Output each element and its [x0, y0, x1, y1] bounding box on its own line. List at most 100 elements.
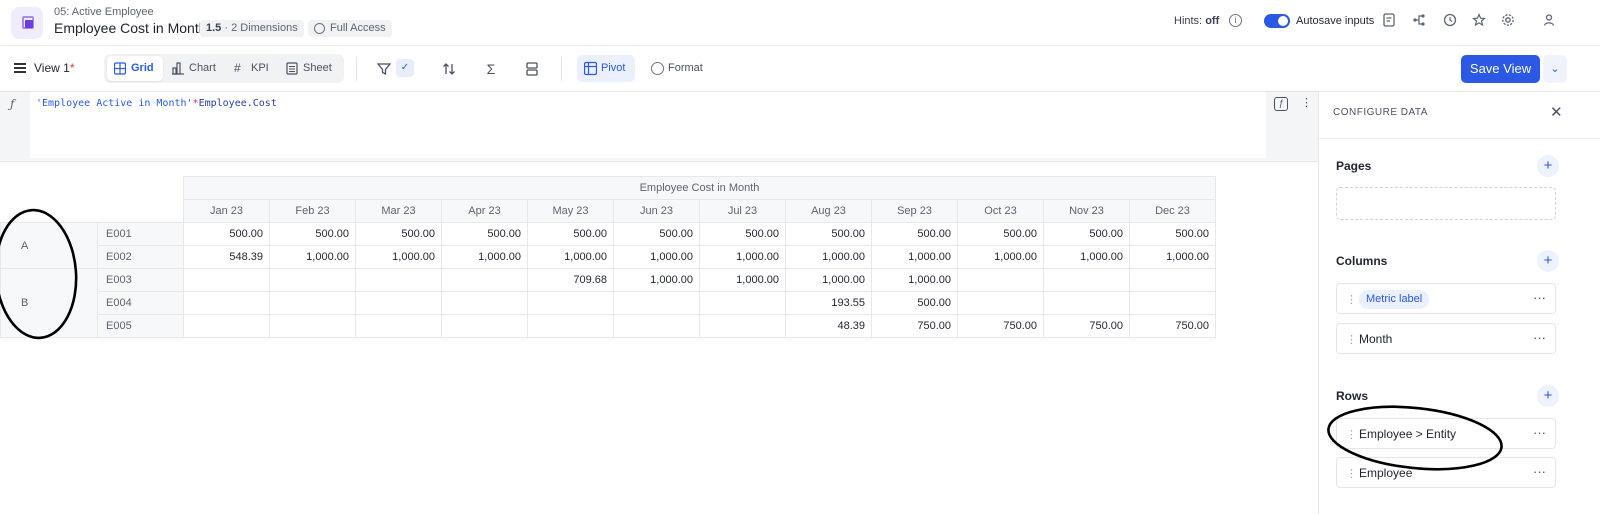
grid-cell[interactable]: 500.00 — [871, 291, 958, 315]
page-title[interactable]: Employee Cost in Month — [54, 20, 207, 36]
grid-cell[interactable]: 1,000.00 — [699, 268, 786, 292]
sort-icon[interactable] — [440, 60, 458, 78]
row-item-employee[interactable]: ⋮⋮ Employee ··· — [1336, 457, 1556, 488]
grid-cell[interactable]: 750.00 — [1129, 314, 1216, 338]
grid-cell[interactable]: 750.00 — [957, 314, 1044, 338]
grid-cell[interactable]: 548.39 — [183, 245, 270, 269]
sum-icon[interactable]: Σ — [482, 60, 500, 78]
grid-cell[interactable]: 500.00 — [441, 222, 528, 246]
grid-cell[interactable] — [355, 314, 442, 338]
notes-icon[interactable] — [1381, 13, 1397, 29]
menu-icon[interactable] — [14, 63, 26, 73]
grid-cell[interactable] — [441, 268, 528, 292]
employee-row-header[interactable]: E004 — [97, 291, 184, 315]
grid-cell[interactable]: 500.00 — [527, 222, 614, 246]
month-header[interactable]: Jul 23 — [699, 199, 786, 223]
function-picker-icon[interactable]: ƒ — [1274, 97, 1288, 111]
entity-row-header[interactable]: A — [0, 222, 98, 269]
grid-cell[interactable] — [1129, 291, 1216, 315]
month-header[interactable]: Dec 23 — [1129, 199, 1216, 223]
grid-cell[interactable] — [183, 291, 270, 315]
tab-chart[interactable]: Chart — [165, 56, 225, 81]
info-icon[interactable]: i — [1229, 14, 1242, 27]
more-options-icon[interactable]: ··· — [1533, 464, 1546, 479]
autosave-toggle[interactable] — [1264, 14, 1290, 28]
grid-cell[interactable]: 750.00 — [1043, 314, 1130, 338]
add-column-plus-icon[interactable]: + — [1537, 250, 1559, 272]
add-page-plus-icon[interactable]: + — [1537, 155, 1559, 177]
grid-cell[interactable] — [613, 291, 700, 315]
filter-checkmark-icon[interactable]: ✓ — [396, 59, 414, 77]
grid-cell[interactable]: 1,000.00 — [269, 245, 356, 269]
access-badge[interactable]: Full Access — [308, 20, 392, 37]
pages-drop-zone[interactable] — [1336, 187, 1556, 220]
month-header[interactable]: Mar 23 — [355, 199, 442, 223]
month-header[interactable]: Jun 23 — [613, 199, 700, 223]
grid-cell[interactable] — [527, 314, 614, 338]
grid-cell[interactable]: 1,000.00 — [1129, 245, 1216, 269]
grid-cell[interactable] — [183, 268, 270, 292]
grid-cell[interactable]: 1,000.00 — [957, 245, 1044, 269]
grid-cell[interactable] — [1043, 268, 1130, 292]
grid-cell[interactable]: 500.00 — [183, 222, 270, 246]
grid-cell[interactable]: 500.00 — [1129, 222, 1216, 246]
history-icon[interactable] — [1442, 13, 1458, 29]
tab-grid[interactable]: Grid — [107, 56, 163, 81]
grid-cell[interactable] — [441, 291, 528, 315]
user-access-icon[interactable] — [1542, 13, 1558, 29]
formula-editor[interactable]: 'Employee Active in Month'*Employee.Cost — [30, 92, 1266, 158]
rows-layout-icon[interactable] — [523, 60, 541, 78]
grid-cell[interactable] — [269, 314, 356, 338]
more-options-icon[interactable]: ··· — [1533, 330, 1546, 345]
metric-header[interactable]: Employee Cost in Month — [183, 176, 1216, 200]
view-selector[interactable]: View 1* — [34, 61, 74, 75]
month-header[interactable]: Oct 23 — [957, 199, 1044, 223]
grid-cell[interactable]: 1,000.00 — [613, 268, 700, 292]
more-options-icon[interactable]: ··· — [1533, 425, 1546, 440]
more-options-icon[interactable]: ··· — [1533, 290, 1546, 305]
grid-cell[interactable] — [1129, 268, 1216, 292]
column-item-month[interactable]: ⋮⋮ Month ··· — [1336, 323, 1556, 354]
month-header[interactable]: Jan 23 — [183, 199, 270, 223]
grid-cell[interactable]: 500.00 — [1043, 222, 1130, 246]
grid-cell[interactable]: 1,000.00 — [613, 245, 700, 269]
grid-cell[interactable] — [957, 291, 1044, 315]
tab-kpi[interactable]: # KPI — [227, 56, 277, 81]
grid-cell[interactable] — [699, 291, 786, 315]
grid-cell[interactable]: 1,000.00 — [527, 245, 614, 269]
employee-row-header[interactable]: E002 — [97, 245, 184, 269]
breadcrumb[interactable]: 05: Active Employee — [54, 6, 154, 18]
grid-cell[interactable]: 1,000.00 — [441, 245, 528, 269]
close-icon[interactable]: ✕ — [1550, 103, 1563, 121]
employee-row-header[interactable]: E001 — [97, 222, 184, 246]
grid-cell[interactable] — [441, 314, 528, 338]
grid-cell[interactable] — [613, 314, 700, 338]
grid-cell[interactable] — [355, 291, 442, 315]
month-header[interactable]: Aug 23 — [785, 199, 872, 223]
employee-row-header[interactable]: E005 — [97, 314, 184, 338]
grid-cell[interactable]: 500.00 — [613, 222, 700, 246]
grid-cell[interactable]: 500.00 — [785, 222, 872, 246]
grid-cell[interactable] — [957, 268, 1044, 292]
grid-cell[interactable]: 1,000.00 — [785, 268, 872, 292]
star-icon[interactable] — [1471, 12, 1487, 29]
grid-cell[interactable]: 1,000.00 — [1043, 245, 1130, 269]
formula-text[interactable]: 'Employee Active in Month'*Employee.Cost — [36, 98, 277, 109]
month-header[interactable]: Feb 23 — [269, 199, 356, 223]
version-badge[interactable]: 1.5 · 2 Dimensions — [200, 20, 304, 37]
row-item-employee-entity[interactable]: ⋮⋮ Employee > Entity ··· — [1336, 418, 1556, 449]
grid-cell[interactable]: 1,000.00 — [785, 245, 872, 269]
tab-sheet[interactable]: Sheet — [279, 56, 339, 81]
grid-cell[interactable] — [699, 314, 786, 338]
grid-cell[interactable]: 1,000.00 — [355, 245, 442, 269]
add-row-plus-icon[interactable]: + — [1537, 385, 1559, 407]
grid-cell[interactable]: 500.00 — [957, 222, 1044, 246]
settings-gear-icon[interactable] — [1500, 13, 1516, 29]
grid-cell[interactable] — [183, 314, 270, 338]
grid-cell[interactable] — [355, 268, 442, 292]
grid-cell[interactable]: 709.68 — [527, 268, 614, 292]
filter-icon[interactable] — [375, 60, 393, 78]
format-button[interactable]: Format — [651, 55, 703, 82]
grid-cell[interactable]: 1,000.00 — [699, 245, 786, 269]
month-header[interactable]: Sep 23 — [871, 199, 958, 223]
